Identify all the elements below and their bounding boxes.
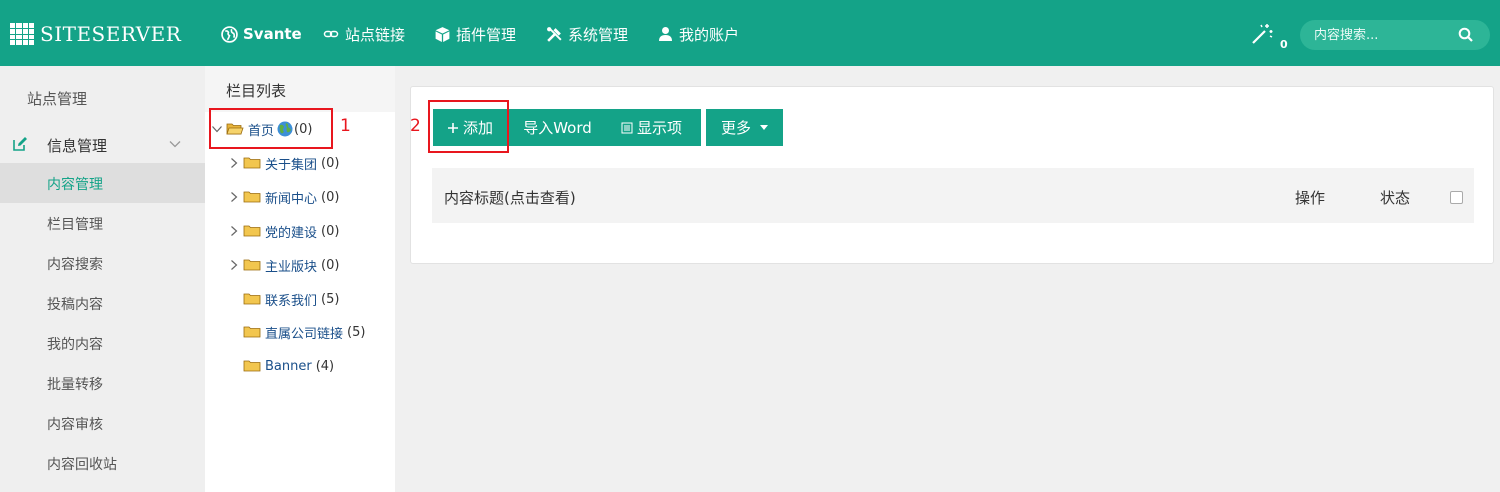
caret-down-icon <box>760 125 768 130</box>
sidebar-item-batch-transfer[interactable]: 批量转移 <box>0 363 205 403</box>
logo-text: SITESERVER <box>40 22 182 46</box>
nav-site-svante[interactable]: Svante <box>220 22 302 46</box>
tree-node-count: (0) <box>321 257 340 273</box>
sidebar-item-recycle-bin[interactable]: 内容回收站 <box>0 443 205 483</box>
folder-icon <box>243 326 261 338</box>
import-word-label: 导入Word <box>523 119 592 137</box>
tree-node-name: 党的建设 <box>265 225 318 241</box>
tree-node-name: Banner <box>265 358 312 374</box>
sidebar-item-content-review[interactable]: 内容审核 <box>0 403 205 443</box>
col-status-header: 状态 <box>1380 189 1411 207</box>
channel-tree-header: 栏目列表 <box>205 66 395 112</box>
content-panel: 添加 导入Word 显示项 更多 内容标题(点击查看) 操作 状态 <box>410 86 1494 264</box>
tree-node-about[interactable]: 关于集团 (0) <box>228 152 339 174</box>
tree-node-subsidiary-links[interactable]: 直属公司链接 (5) <box>243 321 365 343</box>
sidebar-item-label: 我的内容 <box>47 337 103 353</box>
nav-system-label: 系统管理 <box>568 25 629 44</box>
tree-node-name: 主业版块 <box>265 259 318 275</box>
chevron-right-icon[interactable] <box>228 191 240 203</box>
sidebar-item-submissions[interactable]: 投稿内容 <box>0 283 205 323</box>
more-label: 更多 <box>720 119 751 137</box>
sidebar-group-info-management[interactable]: 信息管理 <box>0 126 205 162</box>
sidebar-item-label: 内容搜索 <box>47 257 103 273</box>
list-icon <box>621 122 633 133</box>
nav-plugins-label: 插件管理 <box>456 25 517 44</box>
tree-node-count: (5) <box>347 324 366 340</box>
sidebar-item-label: 投稿内容 <box>47 297 103 313</box>
display-items-button[interactable]: 显示项 <box>607 109 701 146</box>
search-box <box>1300 20 1490 50</box>
tree-node-business[interactable]: 主业版块 (0) <box>228 254 339 276</box>
search-icon[interactable] <box>1458 27 1474 43</box>
link-icon <box>322 25 340 43</box>
import-word-button[interactable]: 导入Word <box>507 109 607 146</box>
sidebar-item-content-management[interactable]: 内容管理 <box>0 163 205 203</box>
nav-plugins[interactable]: 插件管理 <box>433 22 516 46</box>
nav-site-links-label: 站点链接 <box>345 25 406 44</box>
logo[interactable]: SITESERVER <box>10 21 181 47</box>
chevron-right-icon[interactable] <box>228 225 240 237</box>
folder-icon <box>243 259 261 271</box>
sidebar-item-label: 内容审核 <box>47 417 103 433</box>
folder-icon <box>243 157 261 169</box>
folder-icon <box>243 191 261 203</box>
annotation-label-2: 2 <box>410 116 421 136</box>
sidebar-item-channel-management[interactable]: 栏目管理 <box>0 203 205 243</box>
tree-node-news[interactable]: 新闻中心 (0) <box>228 186 339 208</box>
nav-site-label: Svante <box>243 25 302 43</box>
select-all-checkbox[interactable] <box>1450 191 1463 204</box>
tools-icon <box>545 25 563 43</box>
content-table-header: 内容标题(点击查看) 操作 状态 <box>432 168 1474 223</box>
sidebar: 站点管理 信息管理 内容管理 栏目管理 内容搜索 投稿内容 我的内容 批量转移 … <box>0 66 205 492</box>
tree-node-count: (5) <box>321 291 340 307</box>
nav-my-account[interactable]: 我的账户 <box>656 22 739 46</box>
globe-icon <box>220 25 238 43</box>
sidebar-item-label: 内容管理 <box>47 177 103 193</box>
sidebar-title: 站点管理 <box>27 90 88 108</box>
edit-icon <box>12 136 28 152</box>
more-dropdown-button[interactable]: 更多 <box>706 109 783 146</box>
sidebar-item-content-search[interactable]: 内容搜索 <box>0 243 205 283</box>
magic-wand-icon[interactable] <box>1250 22 1274 46</box>
tree-node-count: (0) <box>321 223 340 239</box>
tree-node-count: (4) <box>315 358 335 374</box>
folder-icon <box>243 360 261 372</box>
folder-icon <box>243 225 261 237</box>
sidebar-item-label: 批量转移 <box>47 377 103 393</box>
col-action-header: 操作 <box>1295 189 1326 207</box>
notification-count: 0 <box>1280 38 1288 51</box>
search-input[interactable] <box>1314 25 1454 45</box>
sidebar-item-label: 栏目管理 <box>47 217 103 233</box>
tree-node-banner[interactable]: Banner (4) <box>243 355 334 377</box>
chevron-right-icon[interactable] <box>228 259 240 271</box>
nav-system[interactable]: 系统管理 <box>545 22 628 46</box>
display-items-label: 显示项 <box>637 119 683 137</box>
tree-node-contact[interactable]: 联系我们 (5) <box>243 288 339 310</box>
tree-node-name: 联系我们 <box>265 293 318 309</box>
chevron-right-icon[interactable] <box>228 157 240 169</box>
nav-site-links[interactable]: 站点链接 <box>322 22 405 46</box>
tree-node-name: 新闻中心 <box>265 191 318 207</box>
user-icon <box>656 25 674 43</box>
annotation-label-1: 1 <box>340 116 351 136</box>
nav-my-account-label: 我的账户 <box>679 25 740 44</box>
chevron-down-icon <box>168 136 182 150</box>
tree-node-name: 关于集团 <box>265 157 318 173</box>
logo-grid-icon <box>10 23 34 45</box>
tree-node-name: 直属公司链接 <box>265 326 344 342</box>
sidebar-group-label: 信息管理 <box>47 137 108 155</box>
tree-node-count: (0) <box>321 189 340 205</box>
tree-node-count: (0) <box>321 155 340 171</box>
annotation-box-2 <box>428 100 509 153</box>
sidebar-item-label: 内容回收站 <box>47 457 117 473</box>
sidebar-item-my-content[interactable]: 我的内容 <box>0 323 205 363</box>
col-title-header: 内容标题(点击查看) <box>444 189 576 207</box>
top-navbar: SITESERVER Svante 站点链接 插件管理 系统管理 我的账户 0 <box>0 0 1500 66</box>
folder-icon <box>243 293 261 305</box>
tree-node-party[interactable]: 党的建设 (0) <box>228 220 339 242</box>
channel-tree-title: 栏目列表 <box>226 82 287 100</box>
cube-icon <box>433 25 451 43</box>
annotation-box-1 <box>209 108 333 149</box>
